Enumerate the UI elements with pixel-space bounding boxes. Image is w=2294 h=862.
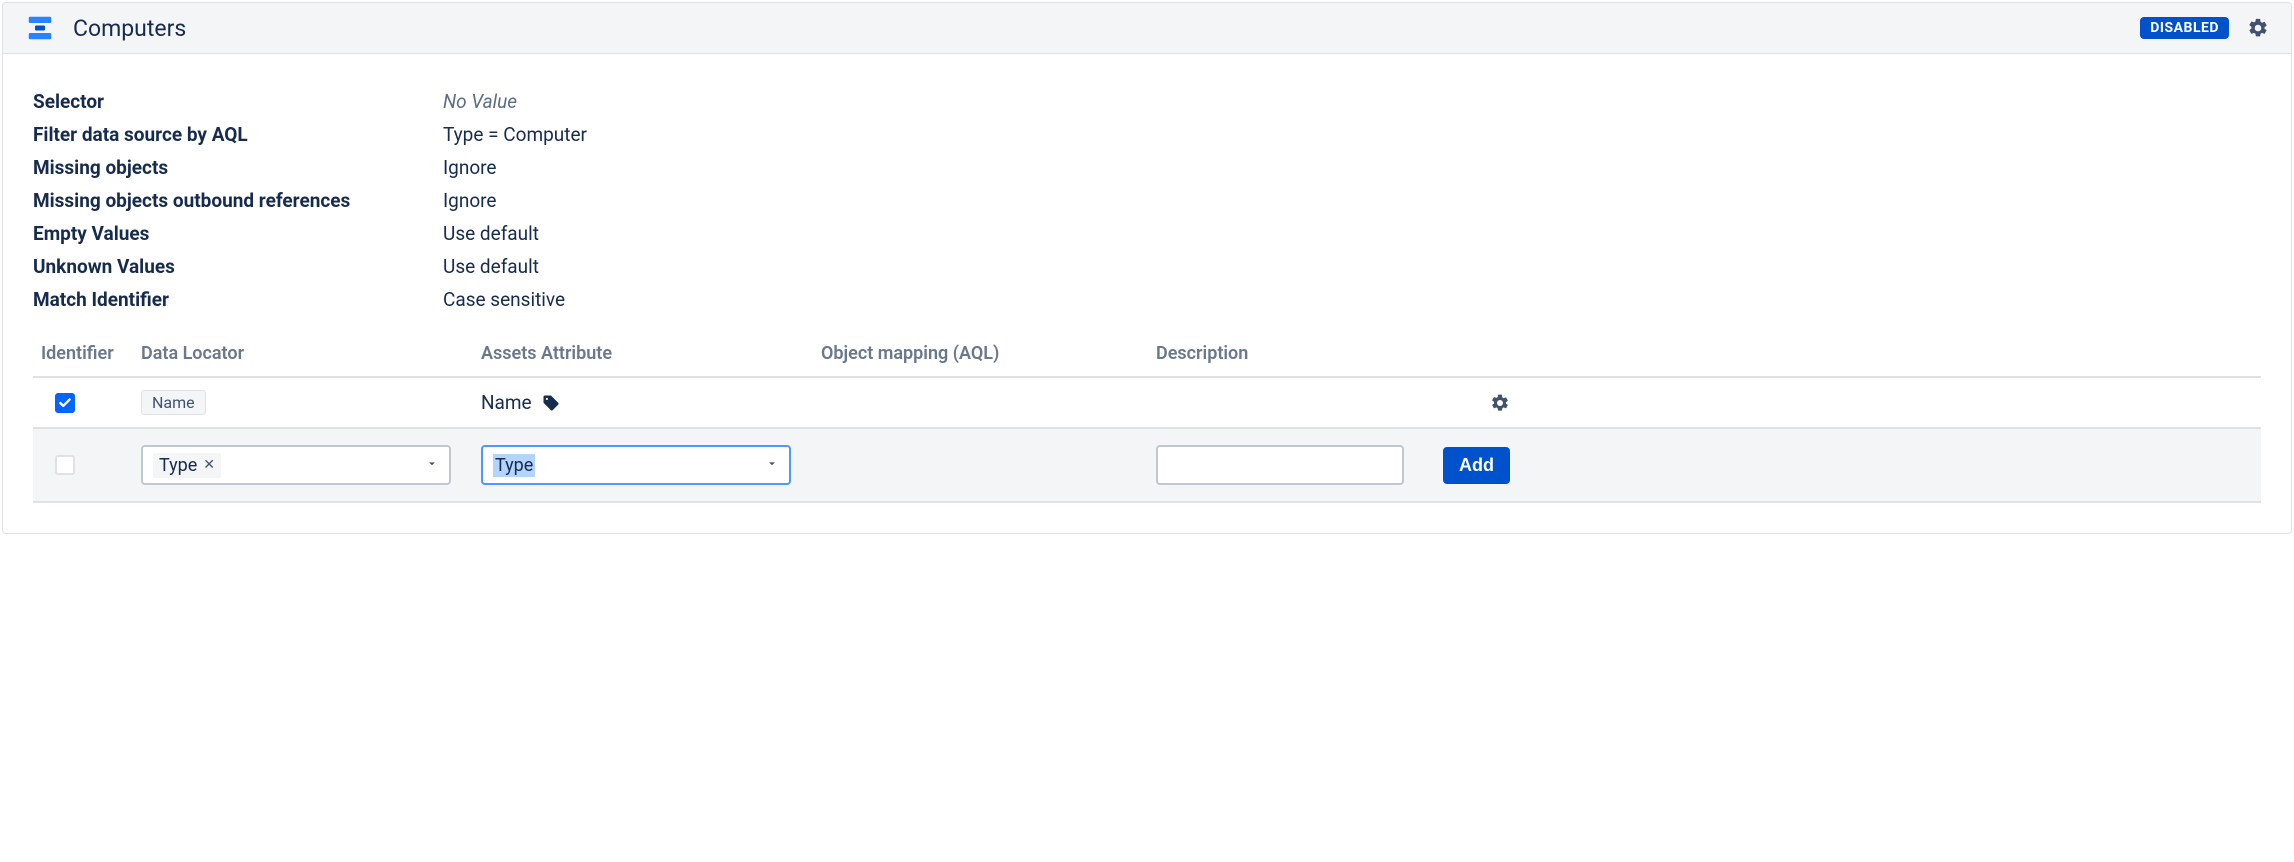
col-assets-attribute: Assets Attribute: [481, 343, 821, 364]
table-edit-row: Type ✕ Type: [33, 429, 2261, 503]
data-locator-cell: Name: [141, 390, 481, 415]
prop-label: Missing objects: [33, 156, 443, 179]
add-button[interactable]: Add: [1443, 447, 1510, 484]
chevron-down-icon: [765, 455, 779, 476]
prop-value: Ignore: [443, 156, 2261, 179]
properties-list: Selector No Value Filter data source by …: [33, 90, 2261, 311]
mapping-table: Identifier Data Locator Assets Attribute…: [33, 343, 2261, 503]
token-label: Type: [159, 455, 197, 476]
panel-title: Computers: [73, 15, 2140, 42]
row-actions-cell: [1446, 393, 1526, 413]
tag-icon: [542, 394, 560, 412]
col-identifier: Identifier: [41, 343, 141, 364]
prop-label: Unknown Values: [33, 255, 443, 278]
prop-label: Selector: [33, 90, 443, 113]
data-locator-chip: Name: [141, 390, 206, 415]
config-panel: Computers DISABLED Selector No Value Fil…: [2, 2, 2292, 534]
prop-label: Missing objects outbound references: [33, 189, 443, 212]
gear-icon: [1490, 393, 1510, 413]
col-data-locator: Data Locator: [141, 343, 481, 364]
assets-attribute-select[interactable]: Type: [481, 445, 791, 485]
col-description: Description: [1156, 343, 1446, 364]
remove-token-icon[interactable]: ✕: [203, 457, 215, 473]
assets-attribute-cell: Name: [481, 391, 821, 414]
settings-button[interactable]: [2247, 17, 2269, 39]
prop-value: Ignore: [443, 189, 2261, 212]
gear-icon: [2247, 17, 2269, 39]
prop-value: No Value: [443, 90, 2261, 113]
description-cell: [1156, 445, 1446, 485]
row-actions-cell: Add: [1446, 447, 1526, 484]
prop-value: Case sensitive: [443, 288, 2261, 311]
data-locator-select[interactable]: Type ✕: [141, 445, 451, 485]
prop-label: Filter data source by AQL: [33, 123, 443, 146]
table-header-row: Identifier Data Locator Assets Attribute…: [33, 343, 2261, 378]
prop-value: Use default: [443, 222, 2261, 245]
assets-attribute-cell: Type: [481, 445, 821, 485]
selected-token: Type ✕: [153, 453, 221, 478]
panel-body: Selector No Value Filter data source by …: [3, 54, 2291, 533]
chevron-down-icon: [425, 455, 439, 476]
app-logo-icon: [25, 13, 55, 43]
identifier-checkbox[interactable]: [55, 455, 75, 475]
prop-label: Match Identifier: [33, 288, 443, 311]
table-row: Name Name: [33, 378, 2261, 429]
col-actions: [1446, 343, 1526, 364]
prop-label: Empty Values: [33, 222, 443, 245]
prop-value: Type = Computer: [443, 123, 2261, 146]
identifier-cell: [41, 393, 141, 413]
status-badge: DISABLED: [2140, 17, 2229, 39]
row-settings-button[interactable]: [1490, 393, 1510, 413]
identifier-cell: [41, 455, 141, 475]
data-locator-cell: Type ✕: [141, 445, 481, 485]
assets-attribute-value: Name: [481, 391, 532, 414]
identifier-checkbox[interactable]: [55, 393, 75, 413]
description-input[interactable]: [1156, 445, 1404, 485]
panel-header: Computers DISABLED: [3, 3, 2291, 54]
selected-value: Type: [493, 454, 535, 477]
col-object-mapping: Object mapping (AQL): [821, 343, 1156, 364]
prop-value: Use default: [443, 255, 2261, 278]
